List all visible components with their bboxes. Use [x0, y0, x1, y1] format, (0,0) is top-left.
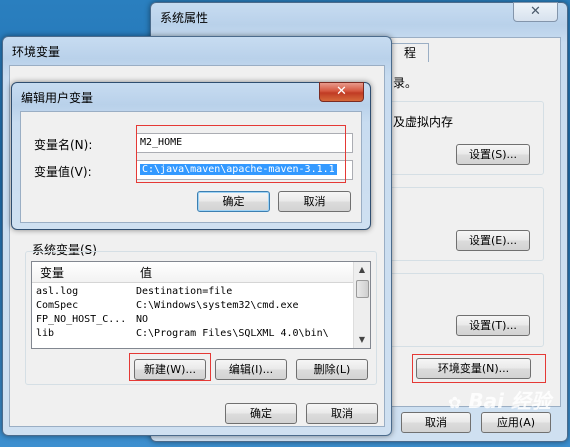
description-text: 录。	[393, 76, 418, 90]
variable-value-label: 变量值(V):	[34, 165, 92, 179]
delete-variable-button[interactable]: 删除(L)	[296, 359, 368, 380]
apply-button[interactable]: 应用(A)	[481, 412, 551, 433]
window-title: 环境变量	[12, 45, 61, 59]
cancel-button[interactable]: 取消	[401, 412, 471, 433]
scroll-up-arrow-icon[interactable]: ▲	[354, 262, 370, 278]
edit-user-variable-dialog: 编辑用户变量 ✕ 变量名(N): M2_HOME 变量值(V): C:\java…	[11, 82, 371, 230]
var-value: C:\Program Files\SQLXML 4.0\bin\	[136, 327, 329, 339]
close-button[interactable]: ✕	[319, 82, 364, 102]
virtual-memory-text: 及虚拟内存	[393, 115, 454, 129]
tab-advanced[interactable]: 程	[391, 43, 429, 62]
table-row[interactable]: FP_NO_HOST_C... NO	[32, 312, 354, 326]
profiles-settings-button[interactable]: 设置(E)...	[456, 230, 530, 251]
cancel-button[interactable]: 取消	[306, 403, 378, 424]
ok-button[interactable]: 确定	[225, 403, 297, 424]
var-name: asl.log	[36, 285, 79, 297]
close-icon: ✕	[530, 4, 541, 19]
var-name: lib	[36, 327, 55, 339]
list-header: 变量 值	[32, 262, 354, 283]
scroll-down-arrow-icon[interactable]: ▼	[354, 332, 370, 348]
vertical-scrollbar[interactable]: ▲ ▼	[353, 262, 370, 348]
var-value: Destination=file	[136, 285, 233, 297]
close-button[interactable]: ✕	[513, 2, 558, 22]
variable-name-input[interactable]: M2_HOME	[136, 133, 353, 153]
edit-variable-button[interactable]: 编辑(I)...	[215, 359, 287, 380]
window-title: 系统属性	[160, 11, 209, 25]
var-name: FP_NO_HOST_C...	[36, 313, 127, 325]
variables-table: asl.log Destination=file ComSpec C:\Window…	[32, 284, 354, 340]
scroll-thumb[interactable]	[356, 280, 369, 298]
watermark-text: Bai 经验	[468, 389, 551, 413]
ok-button[interactable]: 确定	[197, 191, 270, 212]
var-value: NO	[136, 313, 149, 325]
cancel-button[interactable]: 取消	[278, 191, 351, 212]
column-header-value[interactable]: 值	[140, 264, 152, 281]
variable-name-label: 变量名(N):	[34, 138, 93, 152]
new-variable-button[interactable]: 新建(W)...	[134, 359, 206, 380]
table-row[interactable]: lib C:\Program Files\SQLXML 4.0\bin\	[32, 326, 354, 340]
var-name: ComSpec	[36, 299, 79, 311]
variable-value-input[interactable]: C:\java\maven\apache-maven-3.1.1	[136, 160, 353, 180]
table-row[interactable]: asl.log Destination=file	[32, 284, 354, 298]
baidu-watermark: ✿ Bai 经验	[448, 385, 551, 414]
var-value: C:\Windows\system32\cmd.exe	[136, 299, 299, 311]
dialog-title: 编辑用户变量	[21, 91, 94, 105]
system-variables-list[interactable]: 变量 值 asl.log Destination=file ComSpec C:\W…	[31, 261, 371, 349]
environment-variables-button[interactable]: 环境变量(N)...	[416, 358, 531, 379]
close-icon: ✕	[336, 84, 347, 99]
paw-icon: ✿	[448, 393, 462, 412]
startup-settings-button[interactable]: 设置(T)...	[456, 315, 530, 336]
column-header-variable[interactable]: 变量	[40, 264, 64, 281]
selected-text: C:\java\maven\apache-maven-3.1.1	[140, 164, 337, 175]
table-row[interactable]: ComSpec C:\Windows\system32\cmd.exe	[32, 298, 354, 312]
performance-settings-button[interactable]: 设置(S)...	[456, 144, 530, 165]
